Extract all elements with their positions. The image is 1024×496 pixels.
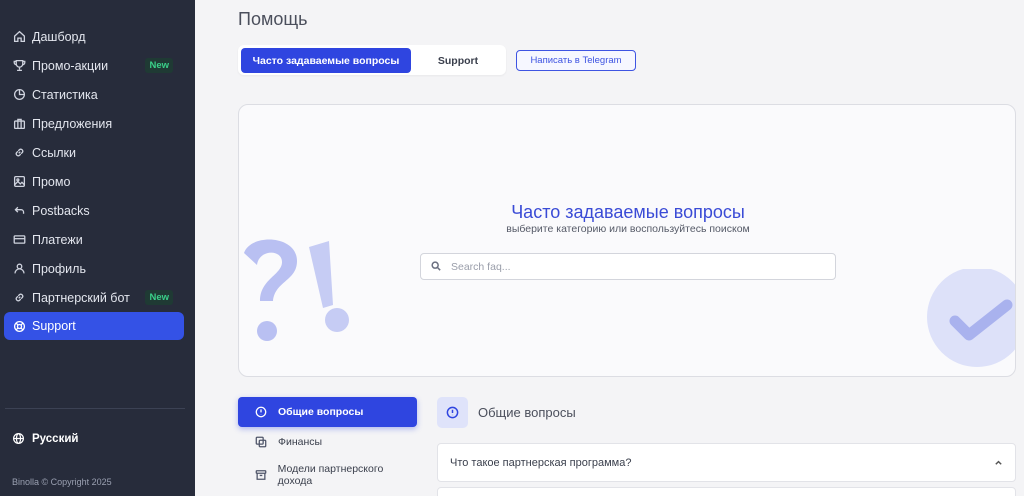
link-icon [12, 291, 26, 305]
category-finance[interactable]: Финансы [238, 433, 322, 451]
sidebar-item-label: Support [32, 319, 76, 333]
info-circle-icon [437, 397, 468, 428]
checkmark-illustration [927, 269, 1015, 367]
category-general[interactable]: Общие вопросы [238, 397, 417, 427]
sidebar-item-promotions[interactable]: Промо-акции New [0, 51, 195, 80]
faq-search [420, 253, 836, 280]
page-title: Помощь [238, 9, 308, 29]
faq-hero-card: Часто задаваемые вопросы выберите катего… [238, 104, 1016, 377]
sidebar-item-label: Ссылки [32, 145, 77, 160]
faq-item[interactable] [437, 487, 1016, 496]
coins-icon [254, 435, 268, 449]
section-title: Общие вопросы [478, 405, 576, 420]
globe-icon [12, 432, 26, 446]
lifebuoy-icon [12, 319, 26, 333]
sidebar-nav: Дашборд Промо-акции New Статистика Предл… [0, 22, 195, 340]
chevron-up-icon [994, 458, 1003, 470]
new-badge: New [145, 290, 173, 305]
language-label: Русский [32, 433, 79, 445]
hero-subtitle: выберите категорию или воспользуйтесь по… [506, 223, 750, 235]
sidebar-item-label: Партнерский бот [32, 290, 130, 305]
category-label: Модели партнерского дохода [277, 463, 384, 487]
sidebar-item-label: Предложения [32, 116, 113, 131]
user-icon [12, 262, 26, 276]
sidebar-item-label: Postbacks [32, 203, 90, 218]
copyright-text: Binolla © Copyright 2025 [12, 477, 112, 487]
sidebar-divider [5, 408, 185, 409]
sidebar-item-postbacks[interactable]: Postbacks [0, 196, 195, 225]
sidebar-item-links[interactable]: Ссылки [0, 138, 195, 167]
telegram-button[interactable]: Написать в Telegram [516, 50, 636, 71]
card-icon [12, 233, 26, 247]
tab-bar: Часто задаваемые вопросы Support [238, 45, 506, 75]
sidebar-item-label: Дашборд [32, 29, 86, 44]
new-badge: New [145, 58, 173, 73]
sidebar-item-label: Платежи [32, 232, 83, 247]
question-exclamation-illustration [244, 239, 349, 341]
section-header: Общие вопросы [437, 397, 576, 428]
sidebar-item-label: Профиль [32, 261, 86, 276]
sidebar-item-label: Промо [32, 174, 71, 189]
sidebar-item-statistics[interactable]: Статистика [0, 80, 195, 109]
sidebar-item-profile[interactable]: Профиль [0, 254, 195, 283]
sidebar-item-payments[interactable]: Платежи [0, 225, 195, 254]
faq-question: Что такое партнерская программа? [450, 456, 632, 469]
language-selector[interactable]: Русский [12, 432, 78, 446]
tab-faq[interactable]: Часто задаваемые вопросы [241, 48, 411, 73]
category-income-models[interactable]: Модели партнерского дохода [238, 463, 417, 487]
sidebar-item-offers[interactable]: Предложения [0, 109, 195, 138]
sidebar: Дашборд Промо-акции New Статистика Предл… [0, 0, 195, 496]
info-circle-icon [254, 405, 268, 419]
faq-item[interactable]: Что такое партнерская программа? [437, 443, 1016, 482]
sidebar-item-dashboard[interactable]: Дашборд [0, 22, 195, 51]
link-icon [12, 146, 26, 160]
pie-chart-icon [12, 88, 26, 102]
tab-support[interactable]: Support [413, 48, 503, 73]
sidebar-item-label: Промо-акции [32, 58, 109, 73]
sidebar-item-promo[interactable]: Промо [0, 167, 195, 196]
sidebar-item-support[interactable]: Support [4, 312, 184, 340]
sidebar-item-label: Статистика [32, 87, 98, 102]
trophy-icon [12, 59, 26, 73]
faq-search-input[interactable] [451, 260, 811, 273]
reply-arrow-icon [12, 204, 26, 218]
sidebar-item-partner-bot[interactable]: Партнерский бот New [0, 283, 195, 312]
hero-title: Часто задаваемые вопросы [511, 202, 745, 222]
box-icon [254, 468, 268, 482]
briefcase-icon [12, 117, 26, 131]
home-icon [12, 30, 26, 44]
category-label: Финансы [278, 436, 323, 448]
category-label: Общие вопросы [278, 406, 364, 418]
image-icon [12, 175, 26, 189]
search-icon [431, 258, 441, 276]
